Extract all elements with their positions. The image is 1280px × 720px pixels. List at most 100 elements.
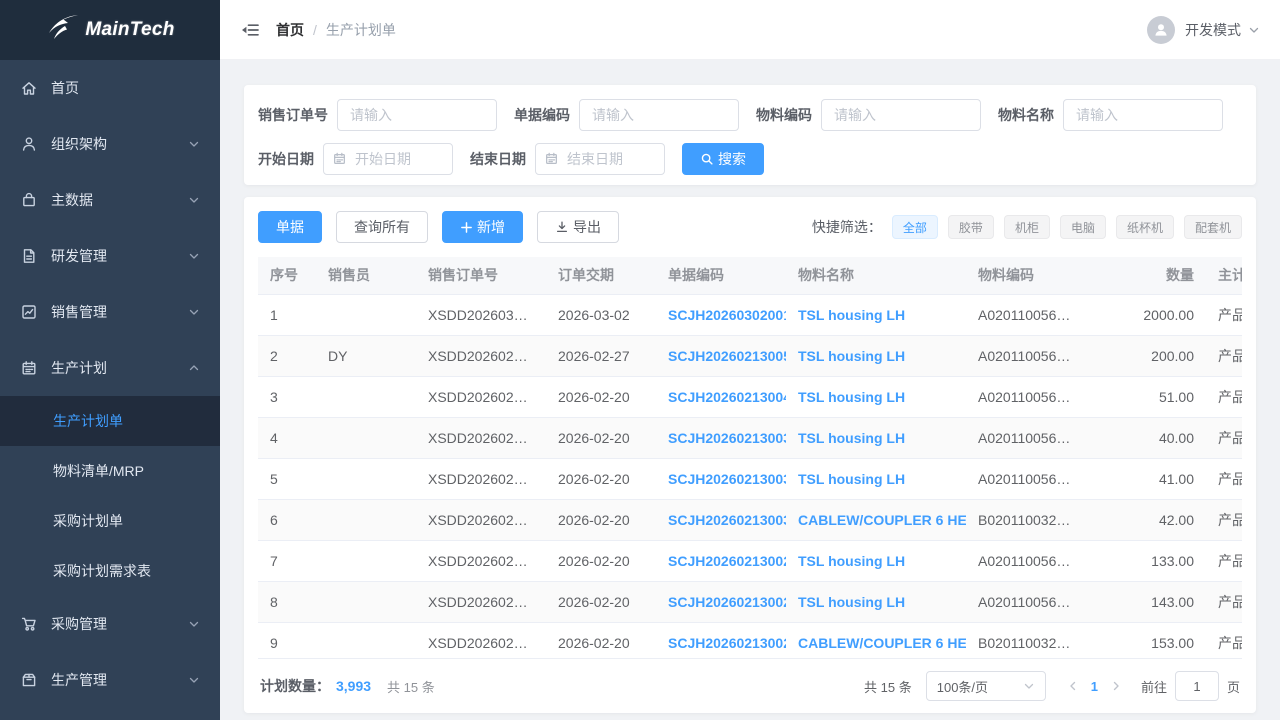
- cell-link[interactable]: SCJH20260302001-: [668, 307, 786, 323]
- cell-link[interactable]: TSL housing LH: [798, 430, 905, 446]
- chevron-up-icon: [188, 362, 200, 374]
- table-cell: [316, 294, 416, 335]
- end-date-input[interactable]: [535, 143, 665, 175]
- table-cell: 143.00: [1096, 581, 1206, 622]
- cell-link[interactable]: TSL housing LH: [798, 553, 905, 569]
- plan-qty-label: 计划数量：: [260, 676, 330, 696]
- cell-link[interactable]: SCJH20260213003-: [668, 471, 786, 487]
- add-button[interactable]: 新增: [442, 211, 523, 243]
- sidebar-item-production-plan[interactable]: 生产计划: [0, 340, 220, 396]
- table-row[interactable]: 6XSDD202602…2026-02-20SCJH20260213003-CA…: [258, 499, 1242, 540]
- toolbar-buttons: 单据查询所有新增导出: [258, 211, 633, 243]
- table-cell: 2000.00: [1096, 294, 1206, 335]
- table-cell: 153.00: [1096, 622, 1206, 658]
- sidebar-subitem-purchase-plan-demand[interactable]: 采购计划需求表: [0, 546, 220, 596]
- cell-link[interactable]: SCJH20260213002-: [668, 635, 786, 651]
- doc-code-input[interactable]: [579, 99, 739, 131]
- cell-link[interactable]: TSL housing LH: [798, 389, 905, 405]
- quick-filter-pill[interactable]: 电脑: [1060, 215, 1106, 239]
- cell-link[interactable]: SCJH20260213004-: [668, 389, 786, 405]
- table-cell: SCJH20260213003-: [656, 417, 786, 458]
- goto-page-input[interactable]: [1175, 671, 1219, 701]
- table-row[interactable]: 9XSDD202602…2026-02-20SCJH20260213002-CA…: [258, 622, 1242, 658]
- sidebar-item-purchase-mgmt[interactable]: 采购管理: [0, 596, 220, 652]
- table-cell: 2026-02-20: [546, 581, 656, 622]
- user-menu[interactable]: 开发模式: [1147, 16, 1260, 44]
- filter-label: 单据编码: [514, 105, 570, 125]
- sidebar-item-org[interactable]: 组织架构: [0, 116, 220, 172]
- filter-group-material-code: 物料编码: [756, 99, 981, 131]
- query-all-button[interactable]: 查询所有: [336, 211, 428, 243]
- sidebar-subitem-production-plan-order[interactable]: 生产计划单: [0, 396, 220, 446]
- sidebar-item-rd-mgmt[interactable]: 研发管理: [0, 228, 220, 284]
- sidebar-fold-icon[interactable]: [240, 20, 260, 40]
- quick-filter-pill[interactable]: 配套机: [1184, 215, 1242, 239]
- sidebar-item-sales-mgmt[interactable]: 销售管理: [0, 284, 220, 340]
- sidebar-subitem-bom-mrp[interactable]: 物料清单/MRP: [0, 446, 220, 496]
- table-row[interactable]: 4XSDD202602…2026-02-20SCJH20260213003-TS…: [258, 417, 1242, 458]
- search-icon: [700, 152, 714, 166]
- quick-filter-pill[interactable]: 全部: [892, 215, 938, 239]
- cell-link[interactable]: TSL housing LH: [798, 471, 905, 487]
- breadcrumb-home[interactable]: 首页: [276, 20, 304, 40]
- table-cell: A020110056…: [966, 335, 1096, 376]
- home-icon: [20, 79, 38, 97]
- material-code-input[interactable]: [821, 99, 981, 131]
- next-page-icon[interactable]: [1101, 680, 1131, 692]
- cell-link[interactable]: CABLEW/COUPLER 6 HE: [798, 635, 966, 651]
- filter-label: 销售订单号: [258, 105, 328, 125]
- table-cell: A020110056…: [966, 540, 1096, 581]
- table-cell: 6: [258, 499, 316, 540]
- cell-link[interactable]: CABLEW/COUPLER 6 HE: [798, 512, 966, 528]
- current-page[interactable]: 1: [1088, 679, 1101, 694]
- material-name-input[interactable]: [1063, 99, 1223, 131]
- table-cell: TSL housing LH: [786, 540, 966, 581]
- sidebar-item-home[interactable]: 首页: [0, 60, 220, 116]
- sidebar-item-label: 生产计划: [51, 358, 107, 378]
- doc-button[interactable]: 单据: [258, 211, 322, 243]
- cell-link[interactable]: SCJH20260213002-: [668, 553, 786, 569]
- filter-group-start-date: 开始日期: [258, 143, 453, 175]
- filter-group-doc-code: 单据编码: [514, 99, 739, 131]
- sales-order-no-input[interactable]: [337, 99, 497, 131]
- export-button[interactable]: 导出: [537, 211, 619, 243]
- table-cell: 133.00: [1096, 540, 1206, 581]
- box-icon: [20, 671, 38, 689]
- cell-link[interactable]: TSL housing LH: [798, 348, 905, 364]
- cell-link[interactable]: SCJH20260213002-: [668, 594, 786, 610]
- table-cell: 7: [258, 540, 316, 581]
- table-cell: TSL housing LH: [786, 458, 966, 499]
- quick-filter-pill[interactable]: 胶带: [948, 215, 994, 239]
- page-size-select[interactable]: 100条/页: [926, 671, 1046, 701]
- chevron-down-icon: [1023, 680, 1035, 692]
- search-button[interactable]: 搜索: [682, 143, 764, 175]
- table-row[interactable]: 2DYXSDD202602…2026-02-27SCJH20260213005-…: [258, 335, 1242, 376]
- cell-link[interactable]: SCJH20260213003-: [668, 512, 786, 528]
- table-row[interactable]: 7XSDD202602…2026-02-20SCJH20260213002-TS…: [258, 540, 1242, 581]
- table-row[interactable]: 5XSDD202602…2026-02-20SCJH20260213003-TS…: [258, 458, 1242, 499]
- sidebar-item-master-data[interactable]: 主数据: [0, 172, 220, 228]
- table-cell: SCJH20260213003-: [656, 499, 786, 540]
- quick-filter-pill[interactable]: 机柜: [1004, 215, 1050, 239]
- quick-filter-pills: 全部胶带机柜电脑纸杯机配套机: [882, 215, 1242, 239]
- cell-link[interactable]: SCJH20260213003-: [668, 430, 786, 446]
- table-row[interactable]: 1XSDD202603…2026-03-02SCJH20260302001-TS…: [258, 294, 1242, 335]
- filter-group-sales-order-no: 销售订单号: [258, 99, 497, 131]
- sidebar-item-production-mgmt[interactable]: 生产管理: [0, 652, 220, 708]
- table-cell: 2026-02-27: [546, 335, 656, 376]
- cell-link[interactable]: SCJH20260213005-: [668, 348, 786, 364]
- table-cell: XSDD202602…: [416, 581, 546, 622]
- quick-filter-pill[interactable]: 纸杯机: [1116, 215, 1174, 239]
- table-row[interactable]: 8 XSDD202602…2026-02-20 SCJH20260213002- TS…: [258, 581, 1242, 622]
- table-row[interactable]: 3XSDD202602…2026-02-20SCJH20260213004-TS…: [258, 376, 1242, 417]
- quick-filter-label: 快捷筛选：: [812, 217, 882, 237]
- table-cell: TSL housing LH: [786, 417, 966, 458]
- table-cell: 2026-02-20: [546, 376, 656, 417]
- table-cell: 8: [258, 581, 316, 622]
- chevron-down-icon: [1248, 24, 1260, 36]
- cell-link[interactable]: TSL housing LH: [798, 307, 905, 323]
- start-date-input[interactable]: [323, 143, 453, 175]
- cell-link[interactable]: TSL housing LH: [798, 594, 905, 610]
- sidebar-subitem-purchase-plan-order[interactable]: 采购计划单: [0, 496, 220, 546]
- prev-page-icon[interactable]: [1058, 680, 1088, 692]
